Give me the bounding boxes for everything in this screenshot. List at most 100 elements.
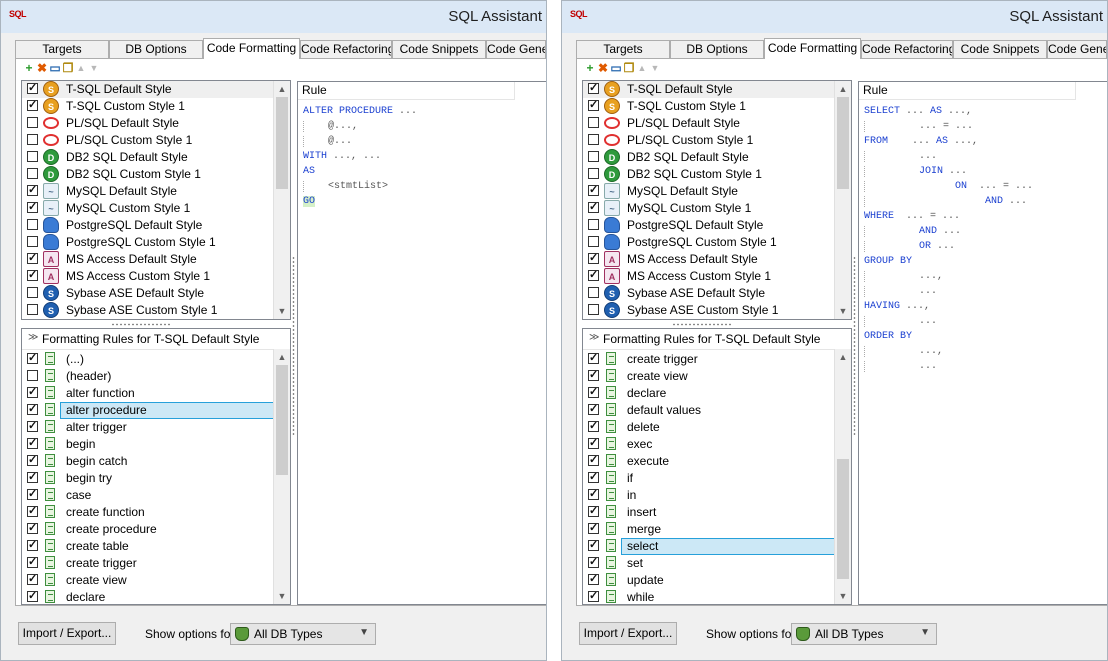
style-checkbox[interactable]: ✓: [588, 253, 599, 264]
rule-item[interactable]: ✓ default values: [583, 402, 835, 419]
collapse-chevron-icon[interactable]: ≫: [589, 332, 599, 343]
style-list-item[interactable]: PostgreSQL Custom Style 1: [22, 234, 274, 251]
scroll-up-arrow[interactable]: ▲: [835, 349, 851, 365]
db-types-dropdown[interactable]: All DB Types ▼: [791, 623, 937, 645]
rule-checkbox[interactable]: ✓: [588, 387, 599, 398]
rule-item[interactable]: (header): [22, 368, 274, 385]
style-list-item[interactable]: PostgreSQL Default Style: [22, 217, 274, 234]
style-checkbox[interactable]: [27, 219, 38, 230]
add-icon[interactable]: +: [23, 61, 35, 75]
rule-item[interactable]: ✓ create table: [22, 538, 274, 555]
style-list-item[interactable]: ✓ S T-SQL Custom Style 1: [22, 98, 274, 115]
rule-checkbox[interactable]: ✓: [27, 557, 38, 568]
style-checkbox[interactable]: ✓: [27, 253, 38, 264]
style-list-item[interactable]: PL/SQL Default Style: [583, 115, 835, 132]
rule-item[interactable]: ✓ declare: [583, 385, 835, 402]
tab-code-gene[interactable]: Code Gene: [1047, 40, 1107, 58]
rule-item[interactable]: ✓ begin try: [22, 470, 274, 487]
rule-item[interactable]: ✓ in: [583, 487, 835, 504]
rule-item[interactable]: ✓ create procedure: [22, 521, 274, 538]
rule-item[interactable]: ✓ declare: [22, 589, 274, 604]
rule-item[interactable]: ✓ insert: [583, 504, 835, 521]
scroll-down-arrow[interactable]: ▼: [274, 303, 290, 319]
tab-code-snippets[interactable]: Code Snippets: [953, 40, 1047, 58]
rule-item[interactable]: ✓ alter function: [22, 385, 274, 402]
import-export-button[interactable]: Import / Export...: [579, 622, 677, 645]
rule-item[interactable]: ✓ alter procedure: [22, 402, 288, 419]
rule-checkbox[interactable]: ✓: [588, 421, 599, 432]
rule-checkbox[interactable]: ✓: [27, 574, 38, 585]
style-list-item[interactable]: PL/SQL Custom Style 1: [22, 132, 274, 149]
rule-checkbox[interactable]: ✓: [27, 455, 38, 466]
rules-list-scrollbar[interactable]: ▲ ▼: [273, 349, 290, 604]
rule-checkbox[interactable]: ✓: [27, 404, 38, 415]
scroll-up-arrow[interactable]: ▲: [274, 349, 290, 365]
rule-checkbox[interactable]: [27, 370, 38, 381]
style-checkbox[interactable]: [588, 287, 599, 298]
rule-checkbox[interactable]: ✓: [27, 540, 38, 551]
style-checkbox[interactable]: [27, 236, 38, 247]
style-checkbox[interactable]: [588, 117, 599, 128]
rule-checkbox[interactable]: ✓: [27, 353, 38, 364]
rule-checkbox[interactable]: ✓: [27, 387, 38, 398]
horizontal-splitter[interactable]: [111, 323, 171, 326]
copy-icon[interactable]: ❐: [62, 61, 74, 75]
horizontal-splitter[interactable]: [672, 323, 732, 326]
style-list-item[interactable]: D DB2 SQL Custom Style 1: [583, 166, 835, 183]
style-list-scrollbar[interactable]: ▲ ▼: [273, 81, 290, 319]
style-checkbox[interactable]: ✓: [588, 270, 599, 281]
tab-code-refactoring[interactable]: Code Refactoring: [300, 40, 392, 58]
rule-item[interactable]: ✓ exec: [583, 436, 835, 453]
rules-list[interactable]: ≫ Formatting Rules for T-SQL Default Styl…: [582, 328, 852, 605]
properties-icon[interactable]: ▭: [49, 61, 61, 75]
style-list-item[interactable]: PostgreSQL Default Style: [583, 217, 835, 234]
vertical-splitter[interactable]: [292, 256, 295, 436]
rule-checkbox[interactable]: ✓: [588, 489, 599, 500]
rule-checkbox[interactable]: ✓: [588, 506, 599, 517]
db-types-dropdown[interactable]: All DB Types ▼: [230, 623, 376, 645]
rule-checkbox[interactable]: ✓: [27, 472, 38, 483]
style-list[interactable]: ✓ S T-SQL Default Style ✓ S T-SQL Custom Styl…: [21, 80, 291, 320]
style-list-item[interactable]: PostgreSQL Custom Style 1: [583, 234, 835, 251]
style-list-item[interactable]: ✓ ~ MySQL Custom Style 1: [22, 200, 274, 217]
properties-icon[interactable]: ▭: [610, 61, 622, 75]
style-checkbox[interactable]: [588, 151, 599, 162]
tab-db-options[interactable]: DB Options: [670, 40, 764, 58]
move-down-icon[interactable]: ▼: [88, 61, 100, 75]
rule-checkbox[interactable]: ✓: [588, 557, 599, 568]
rule-item[interactable]: ✓ alter trigger: [22, 419, 274, 436]
delete-icon[interactable]: ✖: [597, 61, 609, 75]
rule-checkbox[interactable]: ✓: [588, 404, 599, 415]
rule-item[interactable]: ✓ execute: [583, 453, 835, 470]
style-list-item[interactable]: S Sybase ASE Custom Style 1: [22, 302, 274, 319]
rule-checkbox[interactable]: ✓: [27, 438, 38, 449]
rule-item[interactable]: ✓ case: [22, 487, 274, 504]
rule-checkbox[interactable]: ✓: [588, 472, 599, 483]
rule-item[interactable]: ✓ create trigger: [22, 555, 274, 572]
rule-item[interactable]: ✓ update: [583, 572, 835, 589]
style-list-item[interactable]: S Sybase ASE Custom Style 1: [583, 302, 835, 319]
import-export-button[interactable]: Import / Export...: [18, 622, 116, 645]
style-list-item[interactable]: D DB2 SQL Default Style: [583, 149, 835, 166]
style-list[interactable]: ✓ S T-SQL Default Style ✓ S T-SQL Custom Styl…: [582, 80, 852, 320]
style-list-item[interactable]: ✓ ~ MySQL Custom Style 1: [583, 200, 835, 217]
style-list-item[interactable]: ✓ A MS Access Custom Style 1: [22, 268, 274, 285]
style-list-item[interactable]: ✓ S T-SQL Default Style: [583, 81, 835, 98]
style-checkbox[interactable]: [27, 134, 38, 145]
style-checkbox[interactable]: ✓: [588, 202, 599, 213]
rule-item[interactable]: ✓ (...): [22, 351, 274, 368]
rule-checkbox[interactable]: ✓: [27, 421, 38, 432]
rule-checkbox[interactable]: ✓: [588, 574, 599, 585]
style-list-item[interactable]: ✓ A MS Access Default Style: [22, 251, 274, 268]
style-checkbox[interactable]: ✓: [588, 100, 599, 111]
scroll-up-arrow[interactable]: ▲: [835, 81, 851, 97]
rule-item[interactable]: ✓ while: [583, 589, 835, 604]
style-checkbox[interactable]: [27, 168, 38, 179]
rule-item[interactable]: ✓ set: [583, 555, 835, 572]
scroll-down-arrow[interactable]: ▼: [274, 588, 290, 604]
scroll-thumb[interactable]: [837, 459, 849, 579]
style-list-scrollbar[interactable]: ▲ ▼: [834, 81, 851, 319]
style-checkbox[interactable]: [27, 304, 38, 315]
copy-icon[interactable]: ❐: [623, 61, 635, 75]
style-list-item[interactable]: ✓ S T-SQL Custom Style 1: [583, 98, 835, 115]
